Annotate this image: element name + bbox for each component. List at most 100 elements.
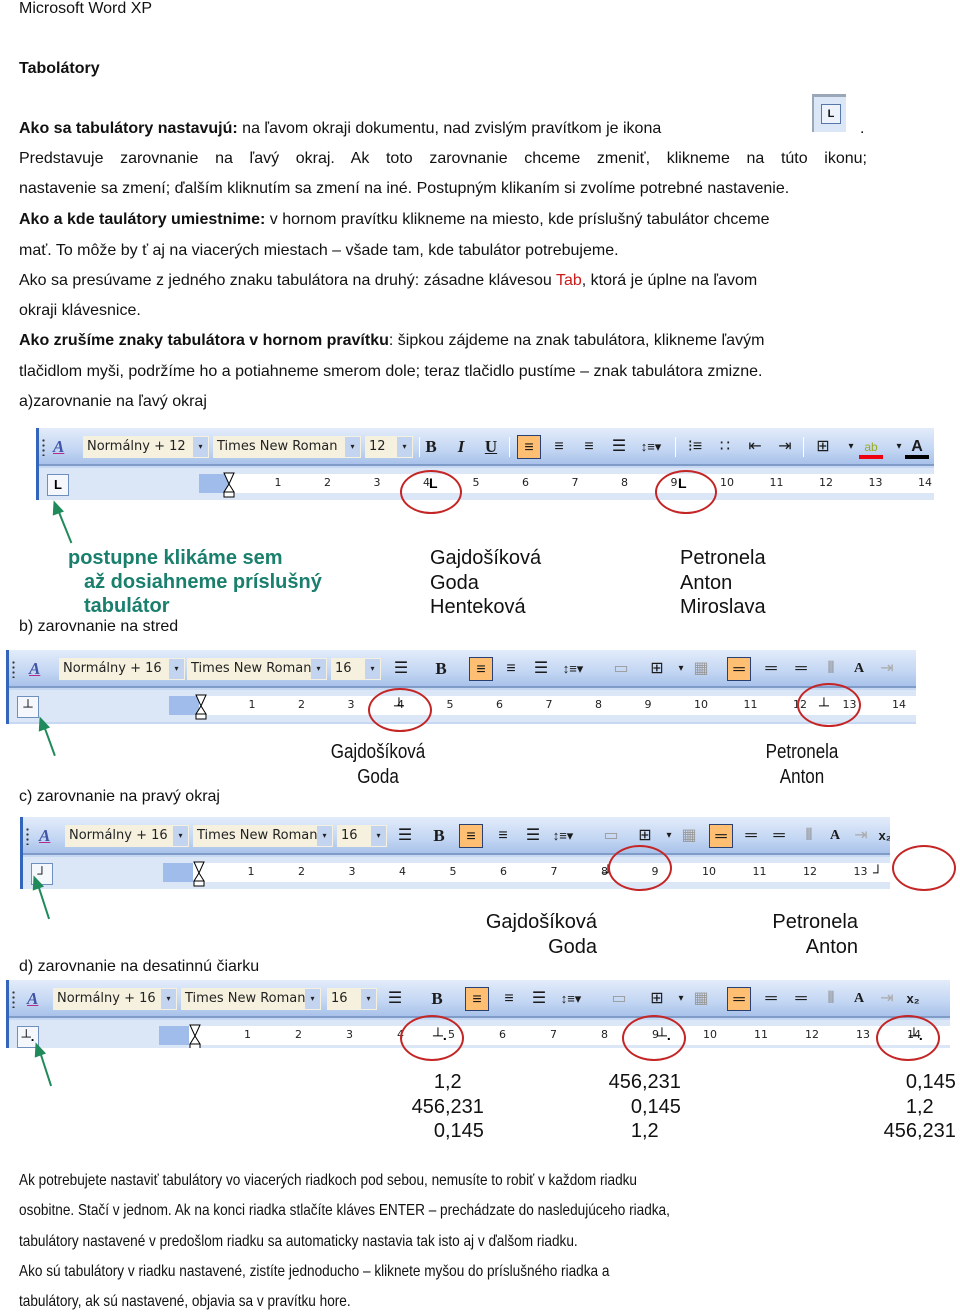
styles-icon[interactable]: A [53, 437, 64, 457]
line-spacing-button[interactable]: ↕≡▾ [551, 824, 575, 848]
font-combo[interactable]: Times New Roman ▾ [213, 436, 361, 458]
borders-button[interactable]: ⊞ [811, 435, 835, 459]
style-combo[interactable]: Normálny + 16 ▾ [53, 988, 177, 1010]
underline-button[interactable]: U [479, 435, 503, 459]
bold-button[interactable]: B [429, 657, 453, 681]
align-center-button[interactable]: ≡ [547, 435, 571, 459]
bold-button[interactable]: B [425, 987, 449, 1011]
numbering-button[interactable]: ⁝≡ [683, 435, 707, 459]
single-line-button[interactable]: ═ [709, 824, 733, 848]
para1-line3: nastavenie sa zmení; ďalším kliknutím sa… [19, 180, 790, 197]
font-combo[interactable]: Times New Roman ▾ [181, 988, 321, 1010]
font-color-button[interactable]: A [905, 435, 929, 459]
double-line-button[interactable]: ═ [759, 987, 783, 1011]
indent-marker[interactable] [189, 1024, 201, 1048]
bullets-button[interactable]: ∷ [713, 435, 737, 459]
align-left-button[interactable]: ≡ [459, 824, 483, 848]
double-line-button-2[interactable]: ═ [789, 987, 813, 1011]
style-combo[interactable]: Normálny + 16 ▾ [65, 825, 189, 847]
justify-button[interactable]: ☰ [529, 657, 553, 681]
size-combo[interactable]: 12 ▾ [365, 436, 413, 458]
align-right-button[interactable]: ≡ [577, 435, 601, 459]
borders-button[interactable]: ⊞ [645, 987, 669, 1011]
double-line-button[interactable]: ═ [759, 657, 783, 681]
size-combo[interactable]: 16 ▾ [331, 658, 381, 680]
size-combo[interactable]: 16 ▾ [327, 988, 377, 1010]
tab-selector-left-icon[interactable]: L [47, 474, 69, 496]
horizontal-ruler[interactable]: L 1 2 3 4 5 6 7 8 9 10 11 12 13 14 L L [39, 468, 934, 500]
borders-button[interactable]: ⊞ [645, 657, 669, 681]
para4-line2: tlačidlom myši, podržíme ho a potiahneme… [19, 363, 763, 380]
table-button[interactable]: ▭ [609, 657, 633, 681]
single-line-button[interactable]: ═ [727, 657, 751, 681]
grid-button[interactable]: ▦ [677, 824, 701, 848]
indent-marker[interactable] [223, 472, 235, 498]
align-left-button[interactable]: ≡ [465, 987, 489, 1011]
decimal-value: 0 [433, 1120, 445, 1142]
section-c-heading: c) zarovnanie na pravý okraj [19, 788, 220, 805]
line-style-button[interactable]: ☰ [383, 987, 407, 1011]
horizontal-ruler[interactable]: ┘ 123456789101112131415 ┘ ┘ [23, 857, 890, 889]
decimal-value: 0 [905, 1071, 917, 1093]
horizontal-ruler[interactable]: ┴ 1 2 3 4 5 6 7 8 9 10 11 12 13 14 ┴ ┴ [9, 690, 916, 722]
text-direction-button[interactable]: A [847, 657, 871, 681]
increase-indent-button[interactable]: ⇥ [773, 435, 797, 459]
styles-icon[interactable]: A [39, 826, 50, 846]
merge-button[interactable]: ⇥ [875, 657, 899, 681]
font-combo[interactable]: Times New Roman ▾ [187, 658, 327, 680]
justify-button[interactable]: ☰ [527, 987, 551, 1011]
line-spacing-button[interactable]: ↕≡▾ [639, 435, 663, 459]
align-center-button[interactable]: ≡ [499, 657, 523, 681]
line-style-button[interactable]: ☰ [393, 824, 417, 848]
decrease-indent-button[interactable]: ⇤ [743, 435, 767, 459]
horizontal-ruler[interactable]: ┴. 123456789101112131415 ┴. ┴. ┴. [9, 1020, 950, 1048]
double-line-button-2[interactable]: ═ [789, 657, 813, 681]
distribute-button[interactable]: ⫴ [819, 657, 843, 681]
indent-marker[interactable] [193, 861, 205, 887]
style-combo[interactable]: Normálny + 16 ▾ [59, 658, 185, 680]
align-left-button[interactable]: ≡ [517, 435, 541, 459]
subscript-button[interactable]: x₂ [901, 987, 925, 1011]
align-center-button[interactable]: ≡ [497, 987, 521, 1011]
style-combo[interactable]: Normálny + 12 ▾ [83, 436, 209, 458]
text-direction-button[interactable]: A [847, 987, 871, 1011]
double-line-button-2[interactable]: ═ [767, 824, 791, 848]
footer-line2: osobitne. Stačí v jednom. Ak na konci ri… [19, 1202, 670, 1219]
italic-button[interactable]: I [449, 435, 473, 459]
distribute-button[interactable]: ⫴ [819, 987, 843, 1011]
size-combo[interactable]: 16 ▾ [337, 825, 387, 847]
line-spacing-button[interactable]: ↕≡▾ [561, 657, 585, 681]
line-spacing-button[interactable]: ↕≡▾ [559, 987, 583, 1011]
decimal-fraction: ,145 [642, 1095, 681, 1118]
right-tab-stop[interactable]: ┘ [873, 864, 883, 880]
font-combo[interactable]: Times New Roman ▾ [193, 825, 333, 847]
grid-button[interactable]: ▦ [689, 987, 713, 1011]
double-line-button[interactable]: ═ [739, 824, 763, 848]
tab-selector-center-icon[interactable]: ┴ [17, 696, 39, 718]
merge-button[interactable]: ⇥ [849, 824, 873, 848]
single-line-button[interactable]: ═ [727, 987, 751, 1011]
table-button[interactable]: ▭ [599, 824, 623, 848]
subscript-button[interactable]: x₂ [873, 824, 890, 848]
grid-button[interactable]: ▦ [689, 657, 713, 681]
table-button[interactable]: ▭ [607, 987, 631, 1011]
highlight-button[interactable]: ab [859, 435, 883, 459]
styles-icon[interactable]: A [29, 659, 40, 679]
ruler-number: 7 [545, 698, 553, 711]
bold-button[interactable]: B [427, 824, 451, 848]
indent-marker[interactable] [195, 694, 207, 720]
line-style-button[interactable]: ☰ [389, 657, 413, 681]
styles-icon[interactable]: A [27, 989, 38, 1009]
toolbar-grip[interactable] [42, 438, 45, 456]
distribute-button[interactable]: ⫴ [797, 824, 821, 848]
justify-button[interactable]: ☰ [607, 435, 631, 459]
example-cell: Goda [430, 571, 479, 594]
align-left-button[interactable]: ≡ [469, 657, 493, 681]
para3-line2: okraji klávesnice. [19, 302, 141, 319]
bold-button[interactable]: B [419, 435, 443, 459]
align-center-button[interactable]: ≡ [491, 824, 515, 848]
justify-button[interactable]: ☰ [521, 824, 545, 848]
ruler-number: 13 [856, 1028, 870, 1041]
merge-button[interactable]: ⇥ [875, 987, 899, 1011]
text-direction-button[interactable]: A [823, 824, 847, 848]
